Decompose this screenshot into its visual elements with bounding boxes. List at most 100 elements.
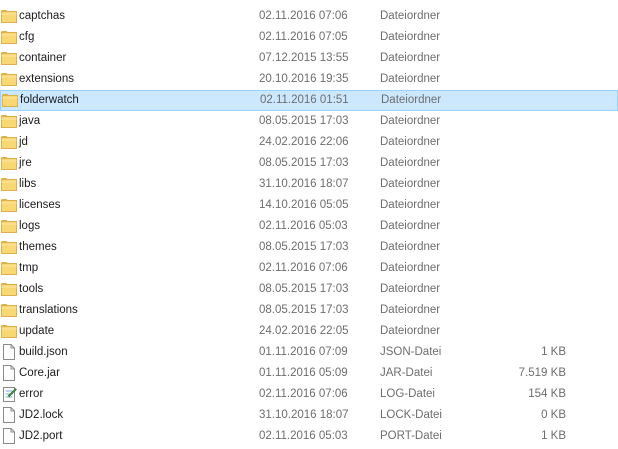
file-type: LOG-Datei <box>380 388 435 400</box>
file-date-modified: 31.10.2016 18:07 <box>259 178 349 190</box>
folder-icon <box>1 321 17 342</box>
list-item[interactable]: tmp 02.11.2016 07:06 Dateiordner <box>0 258 618 279</box>
folder-icon <box>1 153 17 174</box>
file-name: translations <box>19 304 78 316</box>
file-icon <box>1 405 17 426</box>
file-name: tmp <box>19 262 39 274</box>
file-size: 154 KB <box>528 388 566 400</box>
folder-icon <box>1 174 17 195</box>
file-name: tools <box>19 283 44 295</box>
list-item[interactable]: tools 08.05.2015 17:03 Dateiordner <box>0 279 618 300</box>
file-type: Dateiordner <box>380 283 441 295</box>
folder-icon <box>1 279 17 300</box>
file-date-modified: 02.11.2016 01:51 <box>260 94 349 106</box>
file-name: cfg <box>19 31 35 43</box>
folder-icon <box>1 69 17 90</box>
file-date-modified: 02.11.2016 05:03 <box>259 430 348 442</box>
file-type: Dateiordner <box>380 220 441 232</box>
list-item[interactable]: translations 08.05.2015 17:03 Dateiordner <box>0 300 618 321</box>
list-item[interactable]: JD2.lock 31.10.2016 18:07 LOCK-Datei 0 KB <box>0 405 618 426</box>
folder-icon <box>1 27 17 48</box>
file-name: jre <box>19 157 32 169</box>
file-type: LOCK-Datei <box>380 409 442 421</box>
file-name: container <box>19 52 67 64</box>
file-name: extensions <box>19 73 74 85</box>
list-item[interactable]: cfg 02.11.2016 07:05 Dateiordner <box>0 27 618 48</box>
file-list: captchas 02.11.2016 07:06 Dateiordner cfg 02… <box>0 6 618 447</box>
file-date-modified: 02.11.2016 07:06 <box>259 10 348 22</box>
list-item[interactable]: captchas 02.11.2016 07:06 Dateiordner <box>0 6 618 27</box>
file-type: Dateiordner <box>380 241 441 253</box>
folder-icon <box>1 216 17 237</box>
file-name: captchas <box>19 10 66 22</box>
list-item[interactable]: JD2.port 02.11.2016 05:03 PORT-Datei 1 KB <box>0 426 618 447</box>
file-type: Dateiordner <box>380 73 441 85</box>
file-date-modified: 02.11.2016 07:06 <box>259 388 348 400</box>
file-date-modified: 24.02.2016 22:06 <box>259 136 349 148</box>
list-item[interactable]: build.json 01.11.2016 07:09 JSON-Datei 1 KB <box>0 342 618 363</box>
file-icon <box>1 426 17 447</box>
folder-icon <box>1 300 17 321</box>
file-name: error <box>19 388 44 400</box>
folder-icon <box>1 111 17 132</box>
file-name: logs <box>19 220 41 232</box>
list-item[interactable]: java 08.05.2015 17:03 Dateiordner <box>0 111 618 132</box>
file-type: Dateiordner <box>380 178 441 190</box>
folder-icon <box>1 132 17 153</box>
file-size: 1 KB <box>541 430 566 442</box>
file-date-modified: 31.10.2016 18:07 <box>259 409 349 421</box>
file-type: Dateiordner <box>380 31 441 43</box>
file-date-modified: 02.11.2016 05:03 <box>259 220 348 232</box>
file-type: Dateiordner <box>381 94 442 106</box>
list-item[interactable]: extensions 20.10.2016 19:35 Dateiordner <box>0 69 618 90</box>
file-date-modified: 07.12.2015 13:55 <box>259 52 349 64</box>
file-date-modified: 08.05.2015 17:03 <box>259 304 349 316</box>
file-date-modified: 08.05.2015 17:03 <box>259 115 349 127</box>
file-type: Dateiordner <box>380 52 441 64</box>
file-type: Dateiordner <box>380 325 441 337</box>
file-date-modified: 02.11.2016 07:06 <box>259 262 348 274</box>
folder-icon <box>1 48 17 69</box>
file-name: jd <box>19 136 28 148</box>
list-item[interactable]: licenses 14.10.2016 05:05 Dateiordner <box>0 195 618 216</box>
file-size: 1 KB <box>541 346 566 358</box>
file-name: JD2.lock <box>19 409 64 421</box>
file-date-modified: 08.05.2015 17:03 <box>259 157 349 169</box>
list-item[interactable]: container 07.12.2015 13:55 Dateiordner <box>0 48 618 69</box>
file-type: Dateiordner <box>380 262 441 274</box>
list-item[interactable]: update 24.02.2016 22:05 Dateiordner <box>0 321 618 342</box>
file-name: build.json <box>19 346 68 358</box>
list-item[interactable]: folderwatch 02.11.2016 01:51 Dateiordner <box>0 90 618 111</box>
log-file-icon <box>1 384 17 405</box>
file-name: folderwatch <box>20 94 79 106</box>
file-type: Dateiordner <box>380 157 441 169</box>
list-item[interactable]: themes 08.05.2015 17:03 Dateiordner <box>0 237 618 258</box>
file-name: update <box>19 325 55 337</box>
file-icon <box>1 342 17 363</box>
file-date-modified: 01.11.2016 05:09 <box>259 367 348 379</box>
folder-icon <box>1 237 17 258</box>
list-item[interactable]: logs 02.11.2016 05:03 Dateiordner <box>0 216 618 237</box>
file-type: JAR-Datei <box>380 367 433 379</box>
folder-icon <box>1 6 17 27</box>
list-item[interactable]: error 02.11.2016 07:06 LOG-Datei 154 KB <box>0 384 618 405</box>
file-date-modified: 08.05.2015 17:03 <box>259 241 349 253</box>
file-date-modified: 02.11.2016 07:05 <box>259 31 348 43</box>
file-type: Dateiordner <box>380 115 441 127</box>
file-name: java <box>19 115 41 127</box>
file-type: JSON-Datei <box>380 346 442 358</box>
file-date-modified: 14.10.2016 05:05 <box>259 199 349 211</box>
list-item[interactable]: libs 31.10.2016 18:07 Dateiordner <box>0 174 618 195</box>
file-date-modified: 20.10.2016 19:35 <box>259 73 349 85</box>
list-item[interactable]: jd 24.02.2016 22:06 Dateiordner <box>0 132 618 153</box>
file-size: 0 KB <box>541 409 566 421</box>
file-date-modified: 24.02.2016 22:05 <box>259 325 349 337</box>
file-date-modified: 08.05.2015 17:03 <box>259 283 349 295</box>
list-item[interactable]: jre 08.05.2015 17:03 Dateiordner <box>0 153 618 174</box>
file-type: Dateiordner <box>380 136 441 148</box>
file-name: themes <box>19 241 57 253</box>
file-name: JD2.port <box>19 430 63 442</box>
file-type: PORT-Datei <box>380 430 442 442</box>
folder-icon <box>2 90 18 111</box>
list-item[interactable]: Core.jar 01.11.2016 05:09 JAR-Datei 7.519 K… <box>0 363 618 384</box>
